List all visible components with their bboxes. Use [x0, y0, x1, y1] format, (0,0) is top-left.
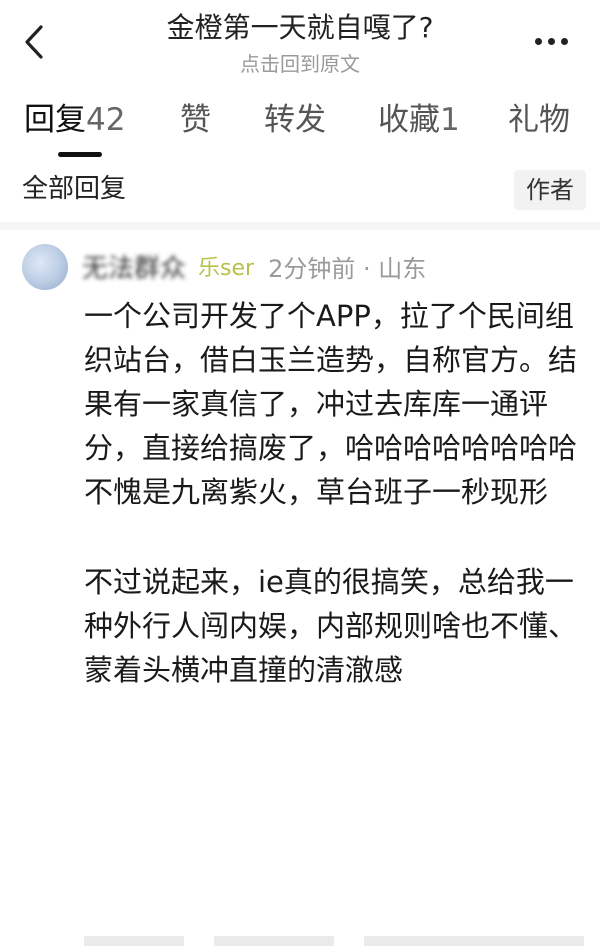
filter-row: 全部回复 作者 — [0, 170, 600, 210]
username[interactable]: 无法群众 — [82, 248, 186, 285]
tab-label: 收藏 — [378, 102, 440, 138]
tab-replies[interactable]: 回复42 — [24, 98, 125, 142]
tab-favorites[interactable]: 收藏1 — [378, 98, 460, 142]
tab-label: 转发 — [264, 102, 326, 138]
header-title-area[interactable]: 金橙第一天就自嘎了? 点击回到原文 — [100, 8, 500, 78]
dot — [547, 37, 555, 45]
back-button[interactable] — [14, 18, 54, 66]
top-bar: 金橙第一天就自嘎了? 点击回到原文 — [0, 0, 600, 90]
timestamp-location: 2分钟前 · 山东 — [268, 254, 427, 283]
tab-reposts[interactable]: 转发 — [264, 98, 326, 142]
more-dots-icon[interactable] — [526, 26, 576, 56]
tab-gifts[interactable]: 礼物 — [508, 98, 570, 142]
comment-paragraph: 不愧是九离紫火，草台班子一秒现形 — [84, 475, 549, 509]
comment-meta: 无法群众 乐ser 2分钟前 · 山东 — [82, 246, 426, 286]
avatar[interactable] — [22, 244, 68, 290]
comment-body: 一个公司开发了个APP，拉了个民间组织站台，借白玉兰造势，自称官方。结果有一家真… — [84, 294, 584, 692]
chevron-left-icon — [25, 25, 43, 59]
all-replies-label: 全部回复 — [22, 174, 127, 204]
tab-count: 42 — [86, 102, 126, 138]
back-to-original-link[interactable]: 点击回到原文 — [100, 50, 500, 78]
tab-likes[interactable]: 赞 — [180, 98, 211, 142]
tab-label: 赞 — [180, 102, 211, 138]
dot — [534, 37, 542, 45]
active-tab-indicator — [58, 152, 102, 157]
tab-count: 1 — [440, 102, 460, 138]
cut-off-text-line — [84, 936, 584, 946]
author-filter-button[interactable]: 作者 — [514, 170, 586, 210]
user-badge: 乐ser — [198, 256, 255, 281]
tab-label: 礼物 — [508, 102, 570, 138]
dot — [560, 37, 568, 45]
page-title: 金橙第一天就自嘎了? — [166, 11, 434, 44]
section-divider — [0, 222, 600, 230]
tab-bar: 回复42 赞 转发 收藏1 礼物 — [0, 98, 600, 158]
comment-paragraph: 一个公司开发了个APP，拉了个民间组织站台，借白玉兰造势，自称官方。结果有一家真… — [84, 299, 578, 465]
comment-paragraph: 不过说起来，ie真的很搞笑，总给我一种外行人闯内娱，内部规则啥也不懂、蒙着头横冲… — [84, 565, 578, 687]
tab-label: 回复 — [24, 102, 86, 138]
